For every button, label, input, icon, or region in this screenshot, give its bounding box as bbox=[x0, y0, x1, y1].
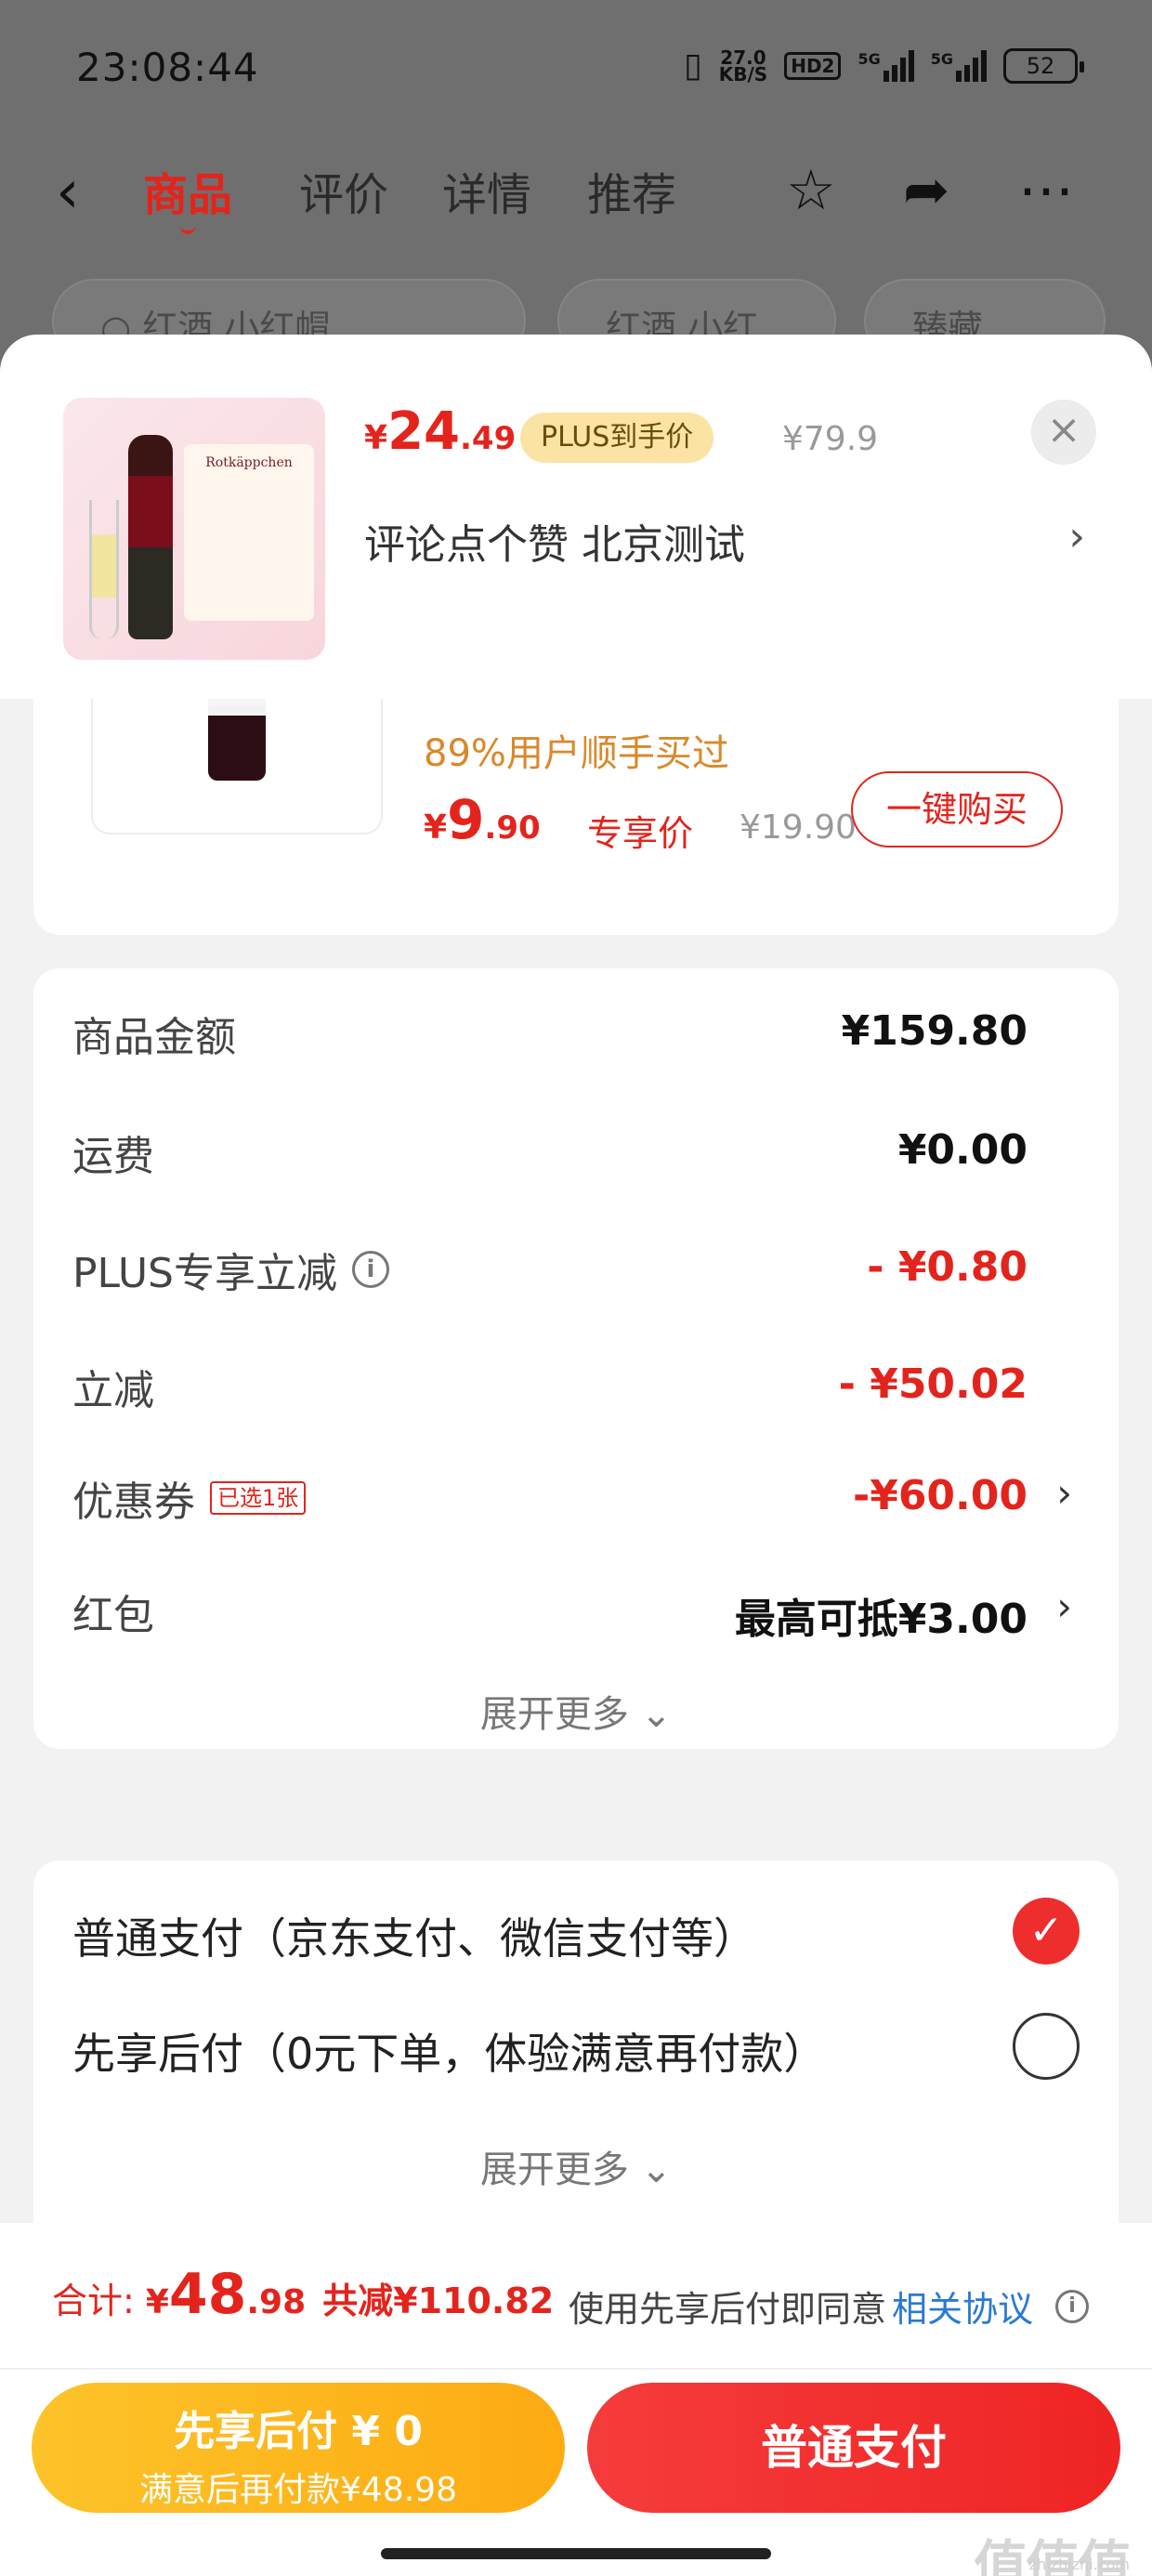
sheet-header: Rotkäppchen ¥24.49 PLUS到手价 ¥79.9 × 评论点个赞… bbox=[0, 335, 1152, 699]
product-spec[interactable]: 评论点个赞 北京测试 bbox=[364, 511, 745, 571]
network-speed: 27.0 KB/S bbox=[718, 46, 768, 85]
chevron-right-icon[interactable]: › bbox=[1056, 1470, 1072, 1516]
coupon-selected-tag: 已选1张 bbox=[210, 1481, 307, 1515]
status-icons: ▯ 27.0 KB/S HD2 5G 5G 52 bbox=[683, 46, 1084, 85]
agreement-text: 使用先享后付即同意 相关协议 i bbox=[569, 2280, 1090, 2332]
hd-icon: HD2 bbox=[784, 51, 842, 80]
coupon-row[interactable]: 优惠券 已选1张 -¥60.00 › bbox=[33, 1459, 1119, 1533]
amount-value: 最高可抵¥3.00 bbox=[734, 1596, 1028, 1643]
payment-option-label: 先享后付（0元下单，体验满意再付款） bbox=[72, 2029, 827, 2079]
battery-icon: 52 bbox=[1003, 47, 1084, 84]
amount-label: PLUS专享立减 i bbox=[72, 1240, 389, 1299]
amount-row: 运费 ¥0.00 bbox=[33, 1113, 1119, 1188]
signal-icon: 5G bbox=[857, 49, 914, 82]
tab-recommend[interactable]: 推荐 bbox=[587, 158, 676, 223]
info-icon[interactable]: i bbox=[352, 1251, 389, 1288]
amount-row: 立减 - ¥50.02 bbox=[33, 1347, 1119, 1422]
recommendation-bought-text: 89%用户顺手买过 bbox=[424, 732, 729, 775]
amount-row: 商品金额 ¥159.80 bbox=[33, 994, 1119, 1069]
close-icon[interactable]: × bbox=[1031, 400, 1096, 465]
more-icon[interactable]: ⋯ bbox=[1018, 158, 1074, 223]
original-price: ¥79.9 bbox=[782, 420, 879, 458]
recommendation-price: ¥9.90 bbox=[424, 788, 541, 851]
watermark-url: zhizhizhi.com bbox=[1028, 2556, 1130, 2573]
expand-more-button[interactable]: 展开更多 ⌄ bbox=[33, 2139, 1119, 2193]
one-click-buy-button[interactable]: 一键购买 bbox=[851, 771, 1063, 848]
product-info-card: Rotkäppchen bbox=[184, 444, 314, 621]
back-icon[interactable]: ‹ bbox=[56, 158, 80, 227]
champagne-glass-image bbox=[89, 500, 119, 639]
normal-pay-button[interactable]: 普通支付 bbox=[587, 2383, 1120, 2513]
amount-breakdown-card: 商品金额 ¥159.80 运费 ¥0.00 PLUS专享立减 i - ¥0.80 … bbox=[33, 968, 1119, 1749]
amount-label: 优惠券 已选1张 bbox=[72, 1468, 307, 1528]
status-bar: 23:08:44 ▯ 27.0 KB/S HD2 5G 5G 52 bbox=[0, 0, 1152, 139]
payment-option-label: 普通支付（京东支付、微信支付等） bbox=[72, 1913, 756, 1964]
radio-unchecked-icon[interactable] bbox=[1013, 2013, 1080, 2080]
status-time: 23:08:44 bbox=[76, 45, 259, 90]
chevron-right-icon[interactable]: › bbox=[1068, 513, 1085, 560]
total-label: 合计: bbox=[52, 2280, 135, 2321]
divider bbox=[0, 2368, 1152, 2370]
tab-details[interactable]: 详情 bbox=[442, 158, 531, 223]
product-nav-bar: ‹ 商品 评价 详情 推荐 ☆ ➦ ⋯ bbox=[0, 139, 1152, 242]
agreement-link[interactable]: 相关协议 bbox=[892, 2280, 1033, 2332]
payment-option[interactable]: 先享后付（0元下单，体验满意再付款） bbox=[33, 2005, 1119, 2089]
tab-product[interactable]: 商品 bbox=[143, 158, 232, 234]
red-packet-row[interactable]: 红包 最高可抵¥3.00 › bbox=[33, 1572, 1119, 1647]
amount-value: ¥0.00 bbox=[897, 1126, 1028, 1174]
pay-later-button[interactable]: 先享后付 ¥ 0 满意后再付款¥48.98 bbox=[32, 2383, 565, 2513]
amount-value: -¥60.00 bbox=[852, 1472, 1028, 1519]
amount-value: ¥159.80 bbox=[841, 1007, 1028, 1055]
check-icon[interactable]: ✓ bbox=[1013, 1898, 1080, 1965]
sheet-price: ¥24.49 bbox=[364, 401, 517, 462]
amount-value: - ¥50.02 bbox=[838, 1360, 1028, 1408]
total-saved: 共减¥110.82 bbox=[322, 2280, 555, 2321]
star-icon[interactable]: ☆ bbox=[786, 158, 836, 223]
payment-option[interactable]: 普通支付（京东支付、微信支付等） ✓ bbox=[33, 1890, 1119, 1974]
checkout-bottom-bar: 合计: ¥48.98 共减¥110.82 使用先享后付即同意 相关协议 i 先享后付… bbox=[0, 2223, 1152, 2576]
product-thumbnail: Rotkäppchen bbox=[63, 398, 325, 660]
amount-label: 商品金额 bbox=[72, 1014, 236, 1061]
amount-label: 立减 bbox=[72, 1367, 154, 1414]
share-icon[interactable]: ➦ bbox=[903, 158, 949, 223]
chevron-right-icon[interactable]: › bbox=[1056, 1584, 1072, 1629]
amount-value: - ¥0.80 bbox=[867, 1243, 1028, 1291]
amount-label: 红包 bbox=[72, 1592, 154, 1639]
signal-icon-2: 5G bbox=[931, 49, 987, 82]
payment-method-card: 普通支付（京东支付、微信支付等） ✓ 先享后付（0元下单，体验满意再付款） 展开… bbox=[33, 1860, 1119, 2251]
order-total: 合计: ¥48.98 共减¥110.82 bbox=[52, 2262, 555, 2327]
info-icon[interactable]: i bbox=[1055, 2289, 1090, 2323]
plus-price-badge: PLUS到手价 bbox=[520, 413, 714, 463]
wine-bottle-image bbox=[128, 435, 173, 639]
background-page: 23:08:44 ▯ 27.0 KB/S HD2 5G 5G 52 ‹ 商品 评价… bbox=[0, 0, 1152, 400]
home-indicator[interactable] bbox=[381, 2548, 771, 2559]
thumb-brand: Rotkäppchen bbox=[205, 455, 293, 470]
tab-reviews[interactable]: 评价 bbox=[299, 158, 388, 223]
vibrate-icon: ▯ bbox=[683, 46, 702, 85]
amount-label: 运费 bbox=[72, 1133, 154, 1180]
recommendation-original-price: ¥19.90 bbox=[740, 808, 857, 847]
amount-row: PLUS专享立减 i - ¥0.80 bbox=[33, 1230, 1119, 1305]
expand-more-button[interactable]: 展开更多 ⌄ bbox=[33, 1684, 1119, 1738]
exclusive-price-tag: 专享价 bbox=[587, 813, 694, 854]
